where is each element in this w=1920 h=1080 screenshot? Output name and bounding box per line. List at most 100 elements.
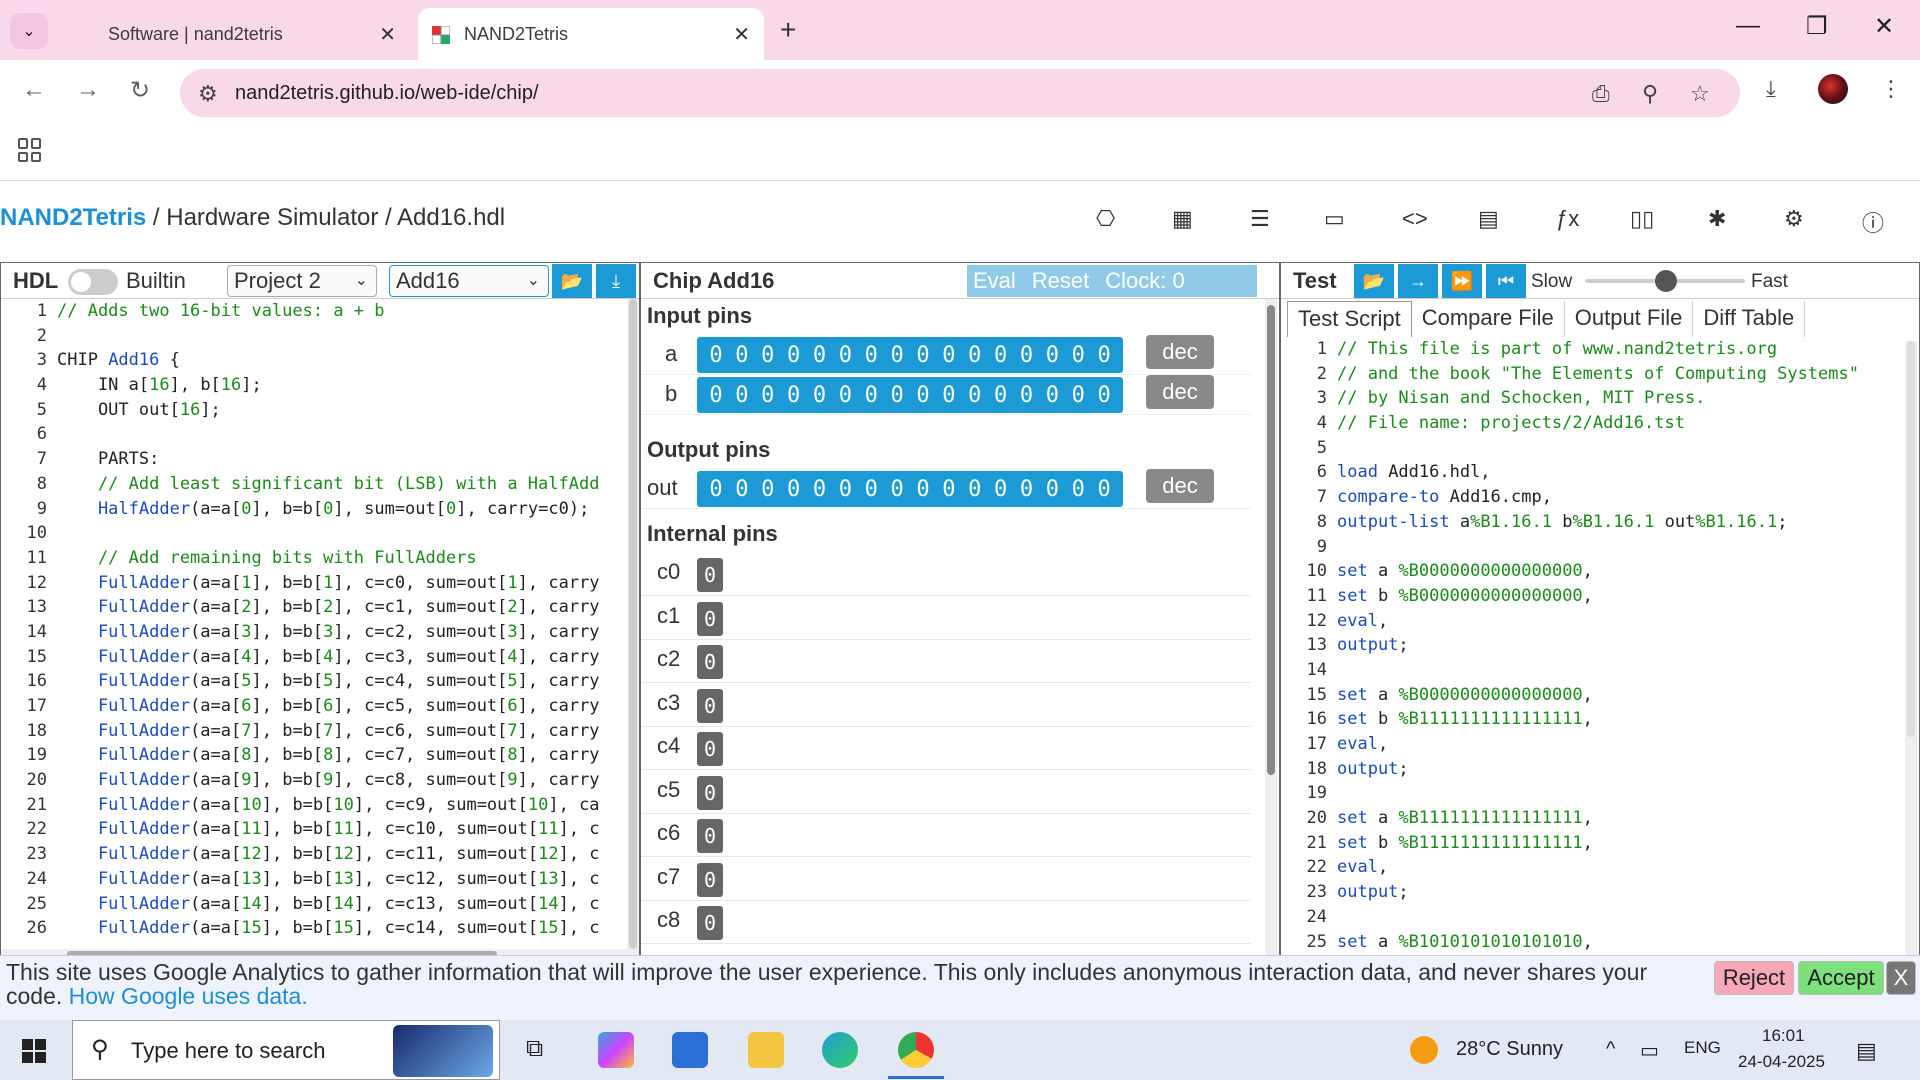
code-line[interactable]: 2 xyxy=(1,324,639,349)
zoom-icon[interactable]: ⚲ xyxy=(1642,81,1658,107)
code-line[interactable]: 18 FullAdder (a=a[7], b=b[7], c=c6, sum=o… xyxy=(1,719,639,744)
fast-forward-icon[interactable]: ⏩ xyxy=(1442,264,1482,298)
reset-button[interactable]: Reset xyxy=(1032,268,1089,294)
cpu-icon[interactable]: ▦ xyxy=(1172,206,1193,232)
bit-toggle[interactable]: 0 xyxy=(787,383,800,408)
clock-display[interactable]: Clock: 0 xyxy=(1105,268,1184,294)
bit-toggle[interactable]: 0 xyxy=(839,343,852,368)
eval-button[interactable]: Eval xyxy=(973,268,1016,294)
bit-toggle[interactable]: 0 xyxy=(709,477,722,502)
bit-toggle[interactable]: 0 xyxy=(1046,343,1059,368)
monitor-icon[interactable]: ▭ xyxy=(1324,206,1345,232)
restore-icon[interactable]: ❐ xyxy=(1806,12,1828,41)
vertical-scrollbar[interactable] xyxy=(1265,299,1277,959)
code-line[interactable]: 19 xyxy=(1281,781,1901,806)
bit-toggle[interactable]: 0 xyxy=(968,343,981,368)
reject-button[interactable]: Reject xyxy=(1714,961,1794,995)
code-line[interactable]: 26 FullAdder (a=a[15], b=b[15], c=c14, su… xyxy=(1,916,639,941)
book-icon[interactable]: ▯▯ xyxy=(1630,206,1654,232)
code-line[interactable]: 12 eval, xyxy=(1281,609,1901,634)
notifications-icon[interactable]: ▤ xyxy=(1856,1038,1877,1064)
code-line[interactable]: 14 xyxy=(1281,658,1901,683)
code-line[interactable]: 22 FullAdder (a=a[11], b=b[11], c=c10, su… xyxy=(1,817,639,842)
edge-icon[interactable] xyxy=(822,1032,858,1068)
store-icon[interactable] xyxy=(672,1032,708,1068)
bit-toggle[interactable]: 0 xyxy=(839,383,852,408)
code-line[interactable]: 1 // Adds two 16-bit values: a + b xyxy=(1,299,639,324)
code-line[interactable]: 25 set a %B1010101010101010, xyxy=(1281,930,1901,955)
code-line[interactable]: 3 // by Nisan and Schocken, MIT Press. xyxy=(1281,386,1901,411)
windows-start-icon[interactable] xyxy=(22,1039,46,1063)
chip-select[interactable]: Add16 ⌄ xyxy=(389,265,549,297)
bit-toggle[interactable]: 0 xyxy=(735,383,748,408)
chrome-icon[interactable] xyxy=(898,1032,934,1068)
vertical-scrollbar[interactable] xyxy=(1905,341,1917,961)
bit-toggle[interactable]: 0 xyxy=(968,383,981,408)
code-line[interactable]: 8 output-list a %B1.16.1 b %B1.16.1 out %B1.… xyxy=(1281,510,1901,535)
code-line[interactable]: 10 set a %B0000000000000000, xyxy=(1281,559,1901,584)
code-line[interactable]: 17 FullAdder (a=a[6], b=b[6], c=c5, sum=o… xyxy=(1,694,639,719)
apps-grid-icon[interactable] xyxy=(18,138,42,162)
bit-toggle[interactable]: 0 xyxy=(1097,383,1110,408)
bit-toggle[interactable]: 0 xyxy=(1072,383,1085,408)
bit-toggle[interactable]: 0 xyxy=(787,343,800,368)
slider-thumb[interactable] xyxy=(1655,270,1677,292)
dec-format-button[interactable]: dec xyxy=(1146,335,1214,369)
bit-toggle[interactable]: 0 xyxy=(709,343,722,368)
bit-toggle[interactable]: 0 xyxy=(994,343,1007,368)
step-icon[interactable]: → xyxy=(1398,264,1438,298)
settings-icon[interactable]: ⚙ xyxy=(1784,206,1804,232)
code-line[interactable]: 4 IN a[16], b[16]; xyxy=(1,373,639,398)
code-line[interactable]: 25 FullAdder (a=a[14], b=b[14], c=c13, su… xyxy=(1,892,639,917)
code-line[interactable]: 19 FullAdder (a=a[8], b=b[8], c=c7, sum=o… xyxy=(1,743,639,768)
project-select[interactable]: Project 2 ⌄ xyxy=(227,265,377,297)
code-line[interactable]: 4 // File name: projects/2/Add16.tst xyxy=(1281,411,1901,436)
dec-format-button[interactable]: dec xyxy=(1146,469,1214,503)
code-line[interactable]: 24 xyxy=(1281,905,1901,930)
bit-toggle[interactable]: 0 xyxy=(1072,477,1085,502)
bit-toggle[interactable]: 0 xyxy=(916,477,929,502)
bit-toggle[interactable]: 0 xyxy=(709,383,722,408)
bit-toggle[interactable]: 0 xyxy=(994,383,1007,408)
bit-toggle[interactable]: 0 xyxy=(1046,383,1059,408)
bit-toggle[interactable]: 0 xyxy=(865,383,878,408)
chip-icon[interactable]: ⎔ xyxy=(1096,206,1115,232)
taskbar-search[interactable]: ⚲ Type here to search xyxy=(72,1020,500,1080)
site-info-icon[interactable]: ⚙ xyxy=(198,81,218,107)
code-line[interactable]: 21 FullAdder (a=a[10], b=b[10], c=c9, sum… xyxy=(1,793,639,818)
code-line[interactable]: 21 set b %B1111111111111111, xyxy=(1281,831,1901,856)
clock-date[interactable]: 24-04-2025 xyxy=(1738,1052,1825,1072)
list-icon[interactable]: ☰ xyxy=(1250,206,1270,232)
code-line[interactable]: 24 FullAdder (a=a[13], b=b[13], c=c12, su… xyxy=(1,867,639,892)
tab-search-button[interactable]: ⌄ xyxy=(10,13,48,49)
reload-icon[interactable]: ↻ xyxy=(130,76,150,105)
code-line[interactable]: 7 compare-to Add16.cmp, xyxy=(1281,485,1901,510)
code-line[interactable]: 16 FullAdder (a=a[5], b=b[5], c=c4, sum=o… xyxy=(1,669,639,694)
code-line[interactable]: 23 output; xyxy=(1281,880,1901,905)
bit-toggle[interactable]: 0 xyxy=(839,477,852,502)
tray-chevron-icon[interactable]: ^ xyxy=(1606,1038,1615,1061)
bit-toggle[interactable]: 0 xyxy=(1046,477,1059,502)
close-banner-button[interactable]: X xyxy=(1886,961,1916,995)
bit-toggle[interactable]: 0 xyxy=(1020,477,1033,502)
url-text[interactable]: nand2tetris.github.io/web-ide/chip/ xyxy=(235,82,539,105)
code-icon[interactable]: <> xyxy=(1402,206,1428,232)
bit-toggle[interactable]: 0 xyxy=(761,477,774,502)
back-icon[interactable]: ← xyxy=(22,76,46,104)
code-line[interactable]: 14 FullAdder (a=a[3], b=b[3], c=c2, sum=o… xyxy=(1,620,639,645)
rewind-icon[interactable]: ⏮ xyxy=(1486,264,1526,298)
install-app-icon[interactable]: ⎙ xyxy=(1592,81,1610,107)
bit-toggle[interactable]: 0 xyxy=(890,383,903,408)
bit-toggle[interactable]: 0 xyxy=(813,343,826,368)
code-line[interactable]: 5 xyxy=(1281,436,1901,461)
speed-slider[interactable] xyxy=(1585,270,1745,292)
info-download-icon[interactable]: ⤓ xyxy=(596,264,636,298)
bookmark-star-icon[interactable]: ☆ xyxy=(1690,81,1710,107)
bit-toggle[interactable]: 0 xyxy=(865,343,878,368)
download-icon[interactable]: ⤓ xyxy=(1766,76,1776,102)
code-line[interactable]: 8 // Add least significant bit (LSB) wit… xyxy=(1,472,639,497)
profile-avatar[interactable] xyxy=(1818,74,1848,104)
code-line[interactable]: 13 FullAdder (a=a[2], b=b[2], c=c1, sum=o… xyxy=(1,595,639,620)
minimize-icon[interactable]: — xyxy=(1736,12,1760,40)
copilot-icon[interactable] xyxy=(598,1032,634,1068)
